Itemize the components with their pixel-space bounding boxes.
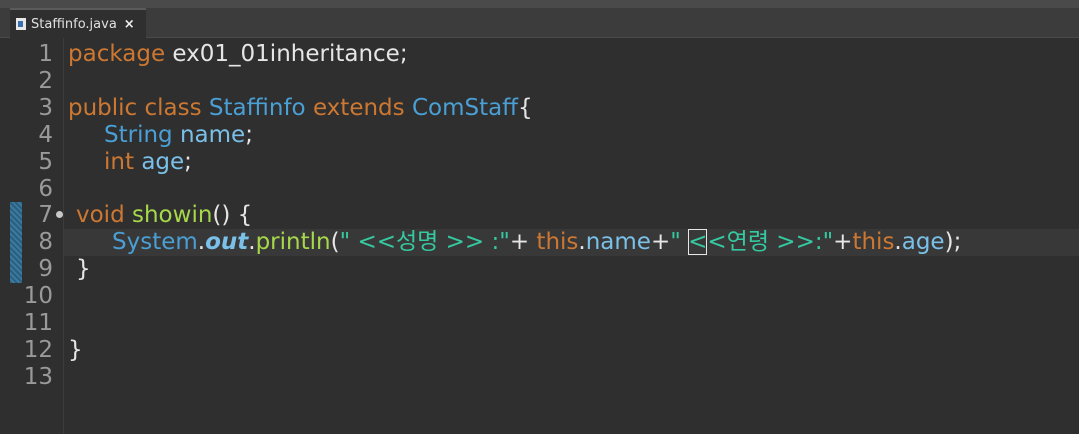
line-number: 13 [23,364,53,390]
code-line-8: System.out.println(" <<성명 >> :"+ this.na… [112,229,961,256]
string-literal: " <<성명 >> :" [339,229,510,255]
line-number: 1 [38,41,53,67]
tab-staffinfo-java[interactable]: Staffinfo.java × [10,8,146,38]
fold-toggle-icon[interactable] [56,211,63,218]
punctuation: () { [212,202,253,228]
text-cursor: < [688,229,708,255]
operator: + [509,229,537,255]
line-number: 11 [23,310,53,336]
string-literal: <연령 >>:" [707,229,834,255]
line-number: 6 [38,176,53,202]
dot: . [894,229,902,255]
line-number: 3 [38,95,53,121]
line-number: 8 [38,229,53,255]
brace: } [68,337,83,363]
line-number: 12 [23,337,53,363]
line-number: 9 [38,256,53,282]
line-number: 5 [38,149,53,175]
line-number: 4 [38,122,53,148]
keyword: int [104,149,134,175]
code-line-5: int age; [104,149,192,176]
superclass-name: ComStaff [411,95,519,121]
brace: { [518,95,533,121]
string-literal: " [670,229,689,255]
class-name: Staffinfo [208,95,306,121]
method-call: println [255,229,331,255]
static-field: out [205,229,249,255]
type-name: String [104,122,173,148]
keyword: this [852,229,895,255]
package-name: ex01_01inheritance; [165,41,408,67]
code-line-3: public class Staffinfo extends ComStaff{ [68,95,533,122]
field-name: name [179,122,246,148]
brace: } [76,256,91,282]
class-ref: System [112,229,198,255]
method-name: showin [132,202,213,228]
paren: ); [944,229,962,255]
java-file-icon [16,18,26,30]
code-editor[interactable]: 1 2 3 4 5 6 7 8 9 10 11 12 13 package ex… [0,38,1079,434]
semicolon: ; [184,149,192,175]
semicolon: ; [245,122,253,148]
operator: + [650,229,671,255]
code-line-7: void showin() { [76,202,252,229]
operator: + [833,229,853,255]
field-ref: age [901,229,945,255]
tab-bar-strip [0,0,1079,8]
line-number: 10 [23,283,53,309]
code-line-4: String name; [104,122,253,149]
field-name: age [141,149,185,175]
keyword: this [536,229,579,255]
dot: . [578,229,586,255]
line-number-gutter: 1 2 3 4 5 6 7 8 9 10 11 12 13 [0,38,64,434]
close-icon[interactable]: × [124,17,135,32]
keyword: public class [68,95,202,121]
code-line-12: } [68,337,83,364]
paren: ( [330,229,340,255]
keyword: void [76,202,125,228]
field-ref: name [585,229,651,255]
tab-filename: Staffinfo.java [31,16,117,32]
line-number: 2 [38,68,53,94]
keyword: package [68,41,166,67]
editor-tab-bar: Staffinfo.java × [0,0,1079,38]
dot: . [248,229,256,255]
code-line-9: } [76,256,91,283]
dot: . [197,229,206,255]
keyword: extends [312,95,405,121]
java-editor-window: Staffinfo.java × 1 2 3 4 5 6 7 8 9 10 11… [0,0,1079,434]
line-number: 7 [38,202,53,228]
code-line-1: package ex01_01inheritance; [68,41,408,68]
